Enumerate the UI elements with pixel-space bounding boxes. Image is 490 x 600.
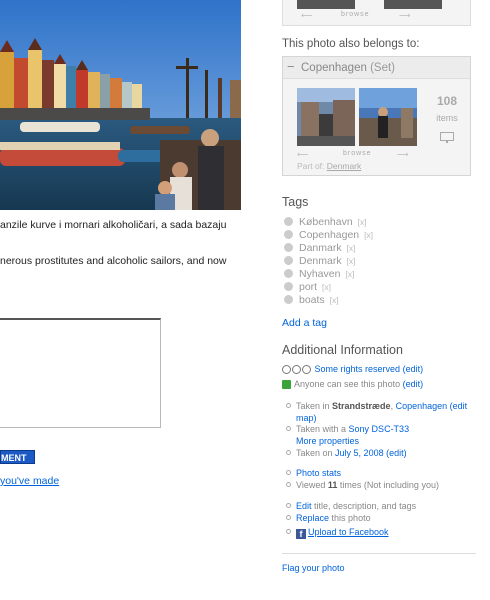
- tag-item[interactable]: port [x]: [284, 281, 331, 293]
- edit-details-link[interactable]: Edit: [296, 501, 312, 511]
- stats-row: Photo stats: [286, 468, 341, 478]
- photo-description-serbian: anzile kurve i mornari alkoholičari, a s…: [0, 219, 227, 231]
- tag-item[interactable]: København [x]: [284, 216, 367, 228]
- set-browse-label: browse: [343, 150, 372, 157]
- bullet-icon: [286, 482, 291, 487]
- tag-item[interactable]: Danmark [x]: [284, 242, 356, 254]
- tag-icon: [284, 230, 293, 239]
- main-photo: [0, 0, 241, 210]
- edit-row: Edit title, description, and tags: [286, 501, 416, 511]
- part-of-collection: Part of: Denmark: [297, 161, 362, 171]
- arrow-left-icon[interactable]: ⟵: [301, 11, 312, 20]
- tag-item[interactable]: boats [x]: [284, 294, 339, 306]
- tag-item[interactable]: Denmark [x]: [284, 255, 356, 267]
- bullet-icon: [286, 403, 291, 408]
- set-arrow-left-icon[interactable]: ⟵: [297, 150, 308, 159]
- flag-photo-link[interactable]: Flag your photo: [282, 563, 345, 573]
- more-properties-link[interactable]: More properties: [296, 436, 359, 446]
- bullet-icon: [286, 426, 291, 431]
- tag-icon: [284, 256, 293, 265]
- collection-link[interactable]: Denmark: [327, 161, 361, 171]
- remove-tag-button[interactable]: [x]: [347, 243, 356, 253]
- more-properties-row: More properties: [286, 436, 359, 446]
- privacy-icon: [282, 380, 291, 389]
- privacy-row: Anyone can see this photo (edit): [282, 379, 423, 389]
- belongs-to-heading: This photo also belongs to:: [282, 38, 420, 50]
- remove-tag-button[interactable]: [x]: [345, 269, 354, 279]
- collapse-minus-icon[interactable]: −: [287, 59, 299, 74]
- photo-description-english: nerous prostitutes and alcoholic sailors…: [0, 255, 227, 267]
- bullet-icon: [286, 450, 291, 455]
- post-comment-button[interactable]: MENT: [0, 450, 35, 464]
- remove-tag-button[interactable]: [x]: [347, 256, 356, 266]
- map-row: map): [296, 413, 317, 423]
- replace-photo-link[interactable]: Replace: [296, 513, 329, 523]
- taken-on-row: Taken on July 5, 2008 (edit): [286, 448, 407, 458]
- taken-in-row: Taken in Strandstræde, Copenhagen (edit: [286, 401, 467, 411]
- edit-privacy-link[interactable]: (edit): [403, 379, 424, 389]
- prev-thumb-1[interactable]: [297, 0, 355, 9]
- tag-icon: [284, 243, 293, 252]
- bullet-icon: [286, 529, 291, 534]
- tag-icon: [284, 217, 293, 226]
- cc-nc-icon: [292, 365, 301, 374]
- divider: [282, 553, 476, 554]
- photo-stats-link[interactable]: Photo stats: [296, 468, 341, 478]
- set-item-count[interactable]: 108 items: [429, 94, 465, 143]
- tags-heading: Tags: [282, 195, 309, 209]
- bullet-icon: [286, 515, 291, 520]
- upload-facebook-link[interactable]: Upload to Facebook: [308, 527, 389, 537]
- previous-set-strip: ⟵ browse ⟶: [282, 0, 471, 26]
- add-tag-link[interactable]: Add a tag: [282, 317, 327, 329]
- prev-thumb-2[interactable]: [384, 0, 442, 9]
- facebook-icon: f: [296, 529, 306, 539]
- browse-label: browse: [341, 11, 370, 18]
- additional-info-heading: Additional Information: [282, 343, 403, 357]
- slideshow-icon[interactable]: [440, 132, 454, 143]
- comments-youve-made-link[interactable]: you've made: [0, 475, 59, 487]
- edit-location-link[interactable]: (edit: [450, 401, 468, 411]
- bullet-icon: [286, 470, 291, 475]
- date-link[interactable]: July 5, 2008: [335, 448, 384, 458]
- set-header[interactable]: − Copenhagen (Set): [283, 57, 470, 79]
- tag-icon: [284, 295, 293, 304]
- arrow-right-icon[interactable]: ⟶: [399, 11, 410, 20]
- remove-tag-button[interactable]: [x]: [322, 282, 331, 292]
- license-row: Some rights reserved (edit): [282, 364, 423, 374]
- tag-icon: [284, 282, 293, 291]
- city-link[interactable]: Copenhagen: [396, 401, 448, 411]
- set-thumb-prev[interactable]: [297, 88, 355, 146]
- edit-license-link[interactable]: (edit): [403, 364, 424, 374]
- edit-date-link[interactable]: (edit): [386, 448, 407, 458]
- remove-tag-button[interactable]: [x]: [358, 217, 367, 227]
- remove-tag-button[interactable]: [x]: [364, 230, 373, 240]
- camera-link[interactable]: Sony DSC-T33: [349, 424, 410, 434]
- cc-sa-icon: [302, 365, 311, 374]
- license-link[interactable]: Some rights reserved: [315, 364, 401, 374]
- remove-tag-button[interactable]: [x]: [330, 295, 339, 305]
- bullet-icon: [286, 503, 291, 508]
- camera-row: Taken with a Sony DSC-T33: [286, 424, 409, 434]
- place-name: Strandstræde: [332, 401, 391, 411]
- set-thumb-current[interactable]: [359, 88, 417, 146]
- set-context-box: − Copenhagen (Set) 108 items ⟵ browse ⟶ …: [282, 56, 471, 176]
- set-arrow-right-icon[interactable]: ⟶: [397, 150, 408, 159]
- facebook-row: f Upload to Facebook: [286, 527, 389, 539]
- tag-item[interactable]: Nyhaven [x]: [284, 268, 354, 280]
- replace-row: Replace this photo: [286, 513, 371, 523]
- views-row: Viewed 11 times (Not including you): [286, 480, 439, 490]
- set-title[interactable]: Copenhagen (Set): [301, 62, 395, 74]
- comment-textarea[interactable]: [0, 318, 161, 428]
- cc-by-icon: [282, 365, 291, 374]
- map-link[interactable]: map: [296, 413, 314, 423]
- tag-item[interactable]: Copenhagen [x]: [284, 229, 373, 241]
- view-count: 11: [327, 480, 338, 490]
- tag-icon: [284, 269, 293, 278]
